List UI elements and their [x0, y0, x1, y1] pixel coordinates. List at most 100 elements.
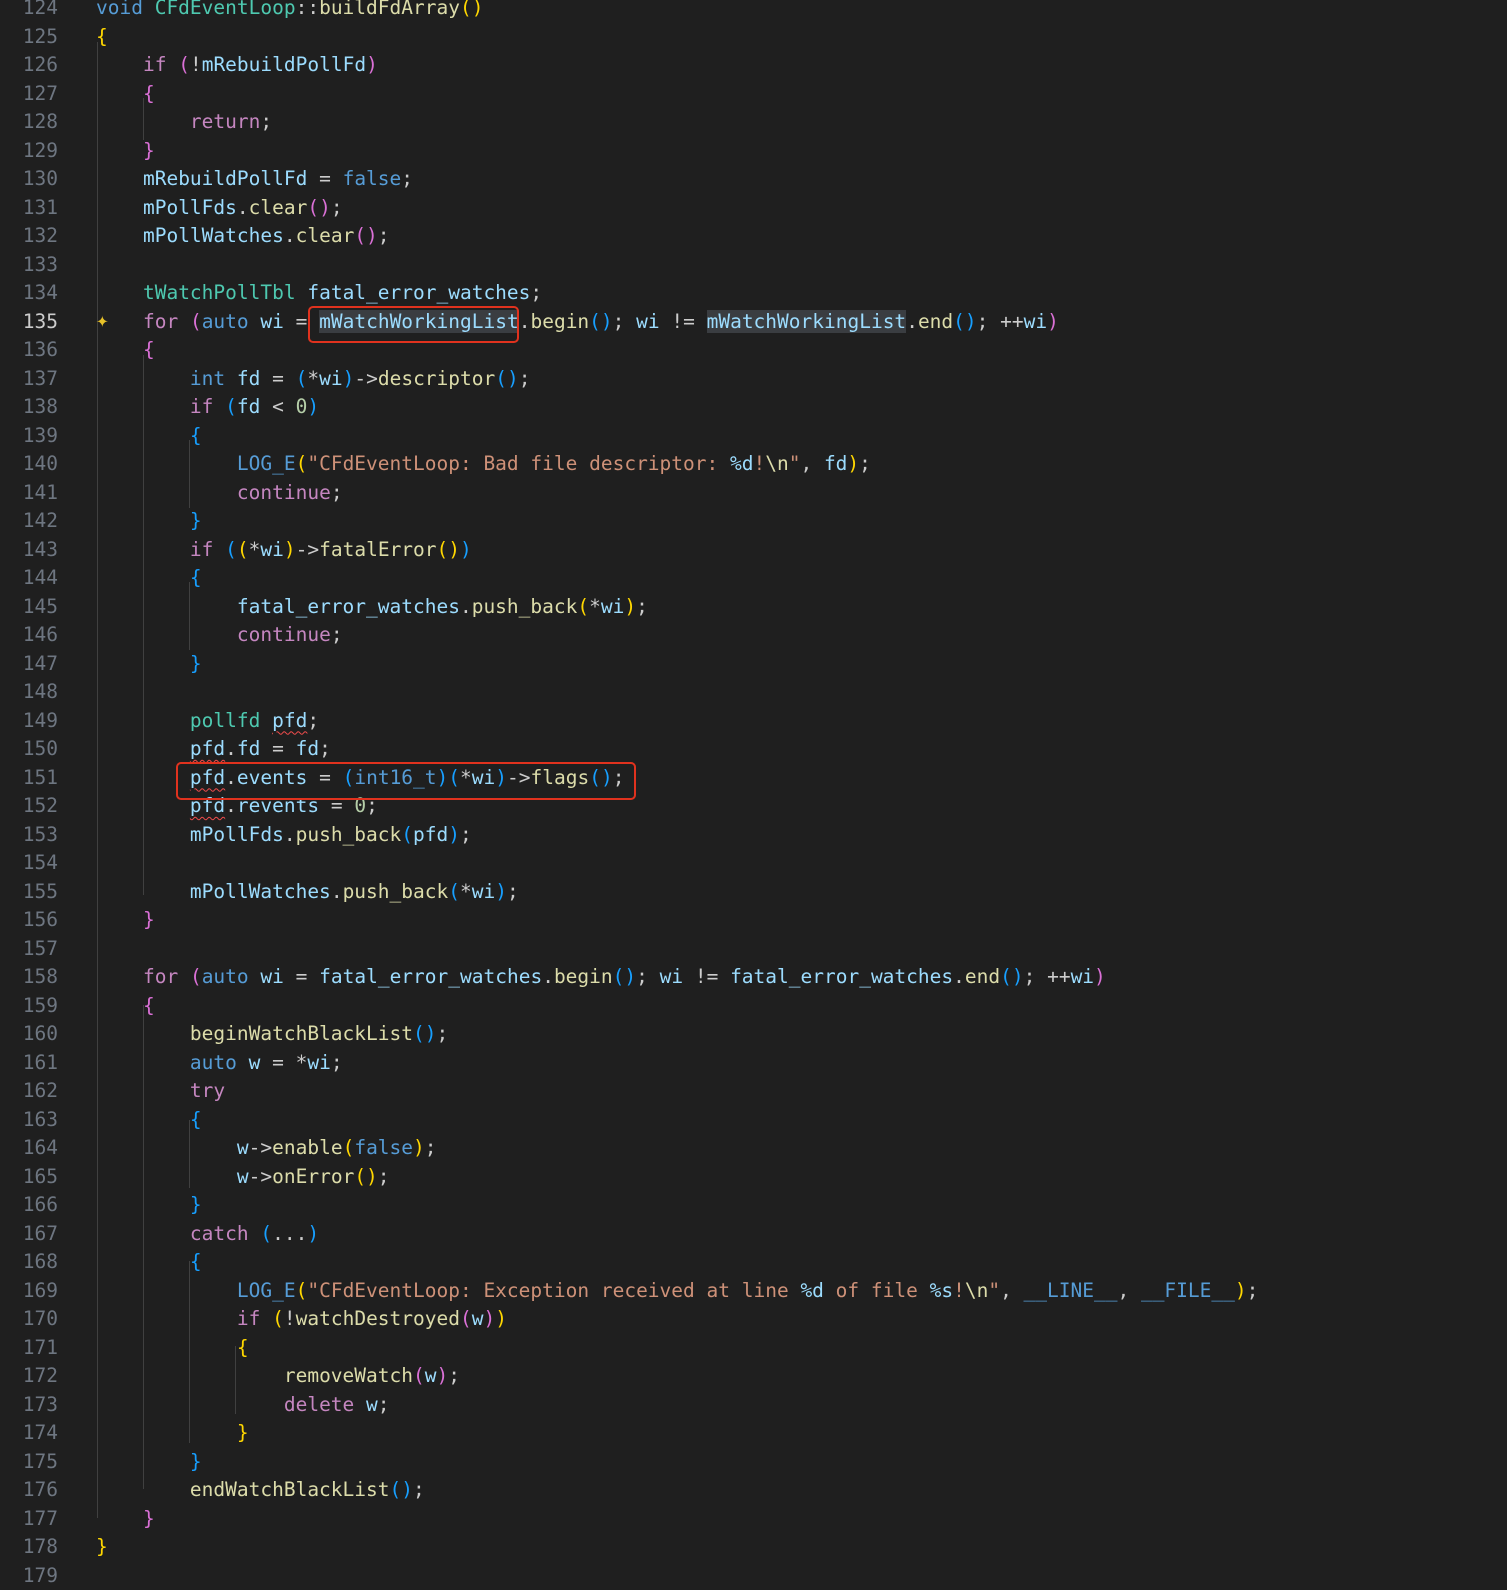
code-line[interactable]: 142 }: [0, 507, 1507, 536]
code-line[interactable]: 154: [0, 849, 1507, 878]
code-token: [96, 1307, 237, 1330]
code-line[interactable]: 158 for (auto wi = fatal_error_watches.b…: [0, 963, 1507, 992]
code-line[interactable]: 178}: [0, 1533, 1507, 1562]
code-line[interactable]: 146 continue;: [0, 621, 1507, 650]
code-line[interactable]: 143 if ((*wi)->fatalError()): [0, 536, 1507, 565]
code-token: beginWatchBlackList: [190, 1022, 413, 1045]
code-line[interactable]: 126 if (!mRebuildPollFd): [0, 51, 1507, 80]
code-line[interactable]: 151 pfd.events = (int16_t)(*wi)->flags()…: [0, 764, 1507, 793]
code-line[interactable]: 136 {: [0, 336, 1507, 365]
code-line[interactable]: 140 LOG_E("CFdEventLoop: Bad file descri…: [0, 450, 1507, 479]
code-line[interactable]: 162 try: [0, 1077, 1507, 1106]
code-line[interactable]: 135✦ for (auto wi = mWatchWorkingList.be…: [0, 308, 1507, 337]
code-line[interactable]: 128 return;: [0, 108, 1507, 137]
code-line[interactable]: 177 }: [0, 1505, 1507, 1534]
code-token: ;: [636, 965, 659, 988]
code-line[interactable]: 144 {: [0, 564, 1507, 593]
code-token: flags: [531, 766, 590, 789]
code-line[interactable]: 168 {: [0, 1248, 1507, 1277]
code-token: [237, 1051, 249, 1074]
code-token: (): [307, 196, 330, 219]
code-line[interactable]: 159 {: [0, 992, 1507, 1021]
code-line[interactable]: 169 LOG_E("CFdEventLoop: Exception recei…: [0, 1277, 1507, 1306]
code-text: }: [96, 1419, 249, 1448]
code-line[interactable]: 149 pollfd pfd;: [0, 707, 1507, 736]
code-line[interactable]: 152 pfd.revents = 0;: [0, 792, 1507, 821]
code-token: }: [143, 1507, 155, 1530]
code-line[interactable]: 166 }: [0, 1191, 1507, 1220]
code-token: ": [988, 1279, 1000, 1302]
code-token: CFdEventLoop: [155, 0, 296, 19]
line-number: 168: [0, 1248, 58, 1277]
code-line[interactable]: 148: [0, 678, 1507, 707]
code-line[interactable]: 127 {: [0, 80, 1507, 109]
code-text: {: [96, 422, 202, 451]
code-text: void CFdEventLoop::buildFdArray(): [96, 0, 483, 23]
line-number: 133: [0, 251, 58, 280]
code-line[interactable]: 145 fatal_error_watches.push_back(*wi);: [0, 593, 1507, 622]
code-line[interactable]: 150 pfd.fd = fd;: [0, 735, 1507, 764]
code-line[interactable]: 171 {: [0, 1334, 1507, 1363]
code-token: *: [460, 880, 472, 903]
code-token: fatal_error_watches: [319, 965, 542, 988]
code-token: ;: [425, 1136, 437, 1159]
code-line[interactable]: 134 tWatchPollTbl fatal_error_watches;: [0, 279, 1507, 308]
code-line[interactable]: 167 catch (...): [0, 1220, 1507, 1249]
code-token: 0: [296, 395, 308, 418]
code-token: [96, 1450, 190, 1473]
code-token: (): [1000, 965, 1023, 988]
code-line[interactable]: 155 mPollWatches.push_back(*wi);: [0, 878, 1507, 907]
code-token: [354, 1393, 366, 1416]
code-text: endWatchBlackList();: [96, 1476, 425, 1505]
code-line[interactable]: 138 if (fd < 0): [0, 393, 1507, 422]
line-number: 149: [0, 707, 58, 736]
code-token: begin: [554, 965, 613, 988]
line-number: 125: [0, 23, 58, 52]
code-line[interactable]: 173 delete w;: [0, 1391, 1507, 1420]
code-line[interactable]: 133: [0, 251, 1507, 280]
code-token: LOG_E: [237, 1279, 296, 1302]
code-line[interactable]: 125{: [0, 23, 1507, 52]
code-token: ;: [436, 1022, 448, 1045]
code-line[interactable]: 132 mPollWatches.clear();: [0, 222, 1507, 251]
code-line[interactable]: 160 beginWatchBlackList();: [0, 1020, 1507, 1049]
code-token: =: [319, 794, 354, 817]
code-token: ): [343, 367, 355, 390]
code-line[interactable]: 139 {: [0, 422, 1507, 451]
code-line[interactable]: 124void CFdEventLoop::buildFdArray(): [0, 0, 1507, 23]
code-line[interactable]: 157: [0, 935, 1507, 964]
code-token: .: [460, 595, 472, 618]
code-line[interactable]: 141 continue;: [0, 479, 1507, 508]
code-token: [249, 965, 261, 988]
code-line[interactable]: 130 mRebuildPollFd = false;: [0, 165, 1507, 194]
code-token: delete: [284, 1393, 354, 1416]
code-token: {: [143, 338, 155, 361]
code-token: [260, 709, 272, 732]
code-line[interactable]: 163 {: [0, 1106, 1507, 1135]
code-line[interactable]: 165 w->onError();: [0, 1163, 1507, 1192]
code-text: if (!watchDestroyed(w)): [96, 1305, 507, 1334]
code-line[interactable]: 172 removeWatch(w);: [0, 1362, 1507, 1391]
code-text: delete w;: [96, 1391, 390, 1420]
code-line[interactable]: 156 }: [0, 906, 1507, 935]
line-number: 130: [0, 165, 58, 194]
code-line[interactable]: 129 }: [0, 137, 1507, 166]
code-line[interactable]: 176 endWatchBlackList();: [0, 1476, 1507, 1505]
code-line[interactable]: 153 mPollFds.push_back(pfd);: [0, 821, 1507, 850]
code-token: [96, 196, 143, 219]
code-line[interactable]: 161 auto w = *wi;: [0, 1049, 1507, 1078]
code-line[interactable]: 131 mPollFds.clear();: [0, 194, 1507, 223]
line-number: 169: [0, 1277, 58, 1306]
code-token: __LINE__: [1024, 1279, 1118, 1302]
code-text: }: [96, 507, 202, 536]
code-line[interactable]: 147 }: [0, 650, 1507, 679]
code-editor[interactable]: 124void CFdEventLoop::buildFdArray()125{…: [0, 0, 1507, 1586]
code-token: (: [260, 1222, 272, 1245]
code-line[interactable]: 170 if (!watchDestroyed(w)): [0, 1305, 1507, 1334]
code-line[interactable]: 164 w->enable(false);: [0, 1134, 1507, 1163]
code-line[interactable]: 137 int fd = (*wi)->descriptor();: [0, 365, 1507, 394]
code-line[interactable]: 175 }: [0, 1448, 1507, 1477]
code-token: (: [272, 1307, 284, 1330]
code-token: ;: [319, 737, 331, 760]
code-line[interactable]: 174 }: [0, 1419, 1507, 1448]
